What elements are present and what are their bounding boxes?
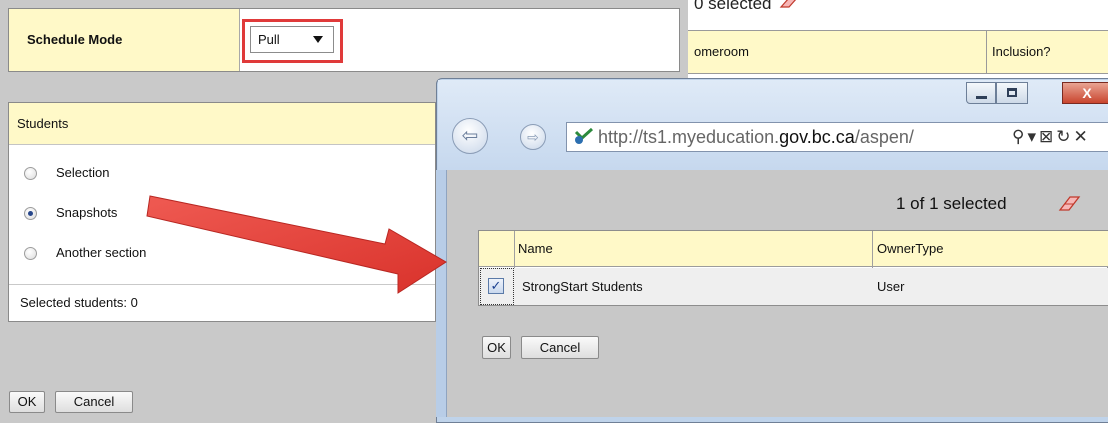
radio-another-section-label[interactable]: Another section (56, 245, 146, 260)
site-favicon-icon (574, 128, 594, 144)
close-icon[interactable]: X (1062, 82, 1108, 104)
row-ownertype-cell[interactable]: User (877, 268, 904, 305)
divider (9, 284, 435, 285)
maximize-icon[interactable] (996, 82, 1028, 104)
cancel-button[interactable]: Cancel (55, 391, 133, 413)
forward-arrow-icon[interactable]: ⇨ (520, 124, 546, 150)
url-prefix: http://ts1.myeducation. (598, 127, 780, 147)
url-suffix: /aspen/ (854, 127, 914, 147)
address-url[interactable]: http://ts1.myeducation.gov.bc.ca/aspen/ (598, 124, 914, 150)
radio-snapshots-label[interactable]: Snapshots (56, 205, 117, 220)
dropdown-icon[interactable]: ▾ (1027, 127, 1039, 146)
refresh-icon[interactable]: ↻ (1056, 127, 1073, 146)
background-eraser-icon[interactable] (777, 0, 799, 8)
search-icon[interactable]: ⚲ (1012, 127, 1027, 146)
students-panel-title: Students (9, 103, 435, 145)
radio-another-section[interactable] (24, 247, 37, 260)
radio-selection[interactable] (24, 167, 37, 180)
address-tools[interactable]: ⚲▾⊠↻✕ (1012, 124, 1091, 150)
radio-selection-label[interactable]: Selection (56, 165, 109, 180)
snapshot-grid-header (479, 231, 1108, 267)
ok-button[interactable]: OK (9, 391, 45, 413)
compat-icon[interactable]: ⊠ (1039, 127, 1056, 146)
dropdown-caret-icon[interactable] (313, 36, 323, 43)
background-selected-count: 0 selected (694, 0, 772, 13)
schedule-mode-label: Schedule Mode (9, 9, 240, 71)
popup-cancel-button[interactable]: Cancel (521, 336, 599, 359)
popup-ok-button[interactable]: OK (482, 336, 511, 359)
eraser-icon[interactable] (1057, 195, 1081, 211)
popup-selected-count: 1 of 1 selected (896, 194, 1007, 213)
minimize-icon[interactable] (966, 82, 996, 104)
column-divider (986, 30, 987, 74)
background-column-homeroom[interactable]: omeroom (694, 32, 749, 72)
column-header-ownertype[interactable]: OwnerType (877, 231, 943, 267)
back-arrow-icon[interactable]: ⇦ (452, 118, 488, 154)
stop-icon[interactable]: ✕ (1074, 127, 1091, 146)
background-column-inclusion[interactable]: Inclusion? (992, 32, 1051, 72)
url-domain: gov.bc.ca (779, 127, 855, 147)
selected-students-count: Selected students: 0 (20, 295, 138, 310)
checkbox-checked-icon[interactable]: ✓ (488, 278, 504, 294)
popup-frame-left (436, 170, 447, 417)
row-name-cell[interactable]: StrongStart Students (522, 268, 643, 305)
column-header-name[interactable]: Name (518, 231, 553, 267)
radio-snapshots[interactable] (24, 207, 37, 220)
